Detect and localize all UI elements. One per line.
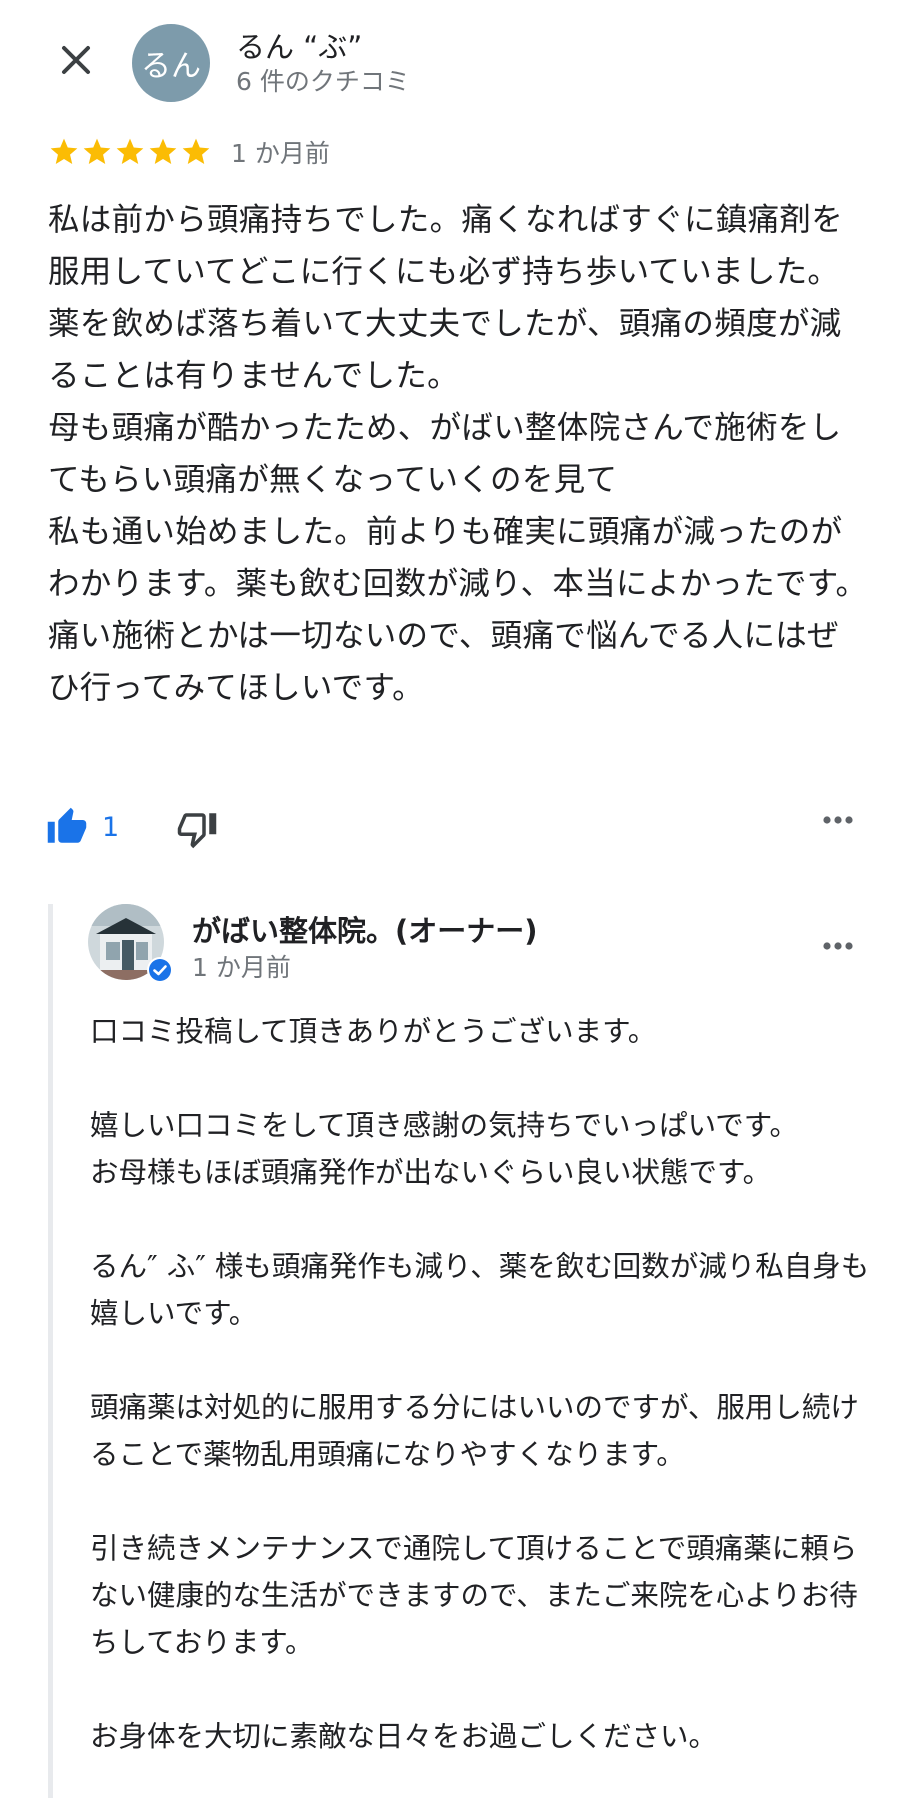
star-icon xyxy=(83,138,111,164)
review-body: 私は前から頭痛持ちでした。痛くなればすぐに鎮痛剤を服用していてどこに行くにも必ず… xyxy=(48,202,868,706)
like-button[interactable]: 1 xyxy=(46,806,119,848)
close-button[interactable] xyxy=(52,36,100,84)
verified-badge-icon xyxy=(146,956,174,984)
review-date: 1 か月前 xyxy=(231,139,330,168)
more-horizontal-icon xyxy=(823,942,853,950)
review-more-options-button[interactable] xyxy=(822,814,854,826)
thumbs-down-icon xyxy=(177,813,217,849)
dislike-button[interactable] xyxy=(176,808,218,854)
owner-name[interactable]: がばい整体院。(オーナー) xyxy=(192,908,538,950)
reply-date: 1 か月前 xyxy=(192,953,291,982)
reviewer-review-count: 6 件のクチコミ xyxy=(236,67,410,96)
thumbs-up-icon xyxy=(47,807,87,843)
close-icon xyxy=(62,46,90,74)
star-icon xyxy=(149,138,177,164)
review-header: るん るん “ぶ” 6 件のクチコミ xyxy=(0,0,912,120)
reply-divider xyxy=(48,904,53,1798)
reviewer-name[interactable]: るん “ぶ” xyxy=(236,24,362,66)
reply-body: 口コミ投稿して頂きありがとうございます。 嬉しい口コミをして頂き感謝の気持ちでい… xyxy=(90,1015,870,1753)
star-icon xyxy=(50,138,78,164)
rating-row: 1 か月前 xyxy=(48,134,330,170)
star-icon xyxy=(182,138,210,164)
star-rating xyxy=(48,136,213,168)
owner-reply: がばい整体院。(オーナー) 1 か月前 口コミ投稿して頂きありがとうございます。… xyxy=(48,904,912,1798)
review-actions: 1 xyxy=(0,800,912,860)
star-icon xyxy=(116,138,144,164)
like-count: 1 xyxy=(102,811,120,843)
more-horizontal-icon xyxy=(823,816,853,824)
reviewer-avatar[interactable]: るん xyxy=(132,24,210,102)
reply-more-options-button[interactable] xyxy=(822,940,854,952)
